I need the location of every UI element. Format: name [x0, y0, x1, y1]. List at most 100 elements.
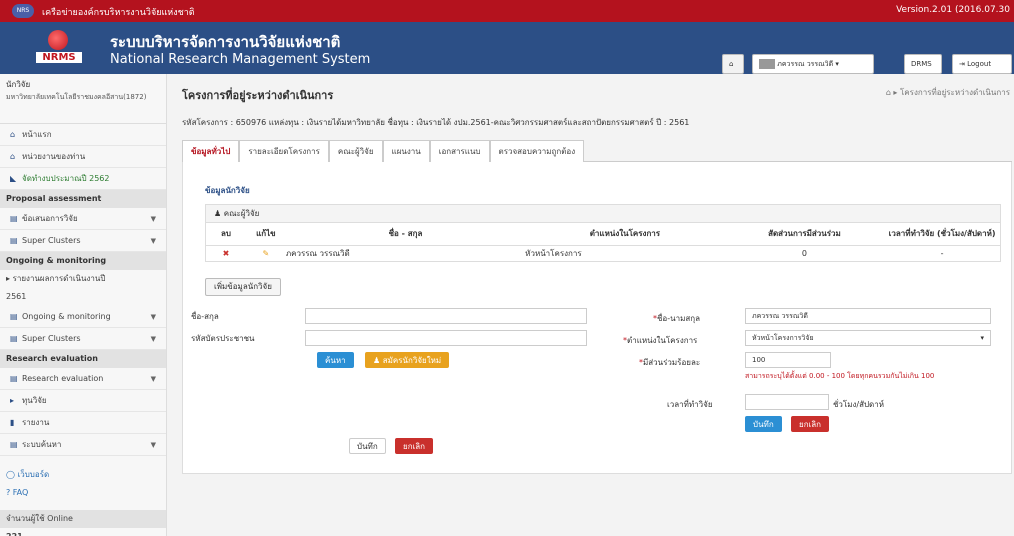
position-select[interactable]: หัวหน้าโครงการวิจัย ▾: [745, 330, 991, 346]
chevron-down-icon: ▼: [150, 215, 156, 223]
delete-icon[interactable]: ✖: [206, 245, 246, 261]
fullname-label: *ชื่อ-นามสกุล: [653, 314, 700, 323]
logo-ball-icon: [48, 30, 68, 50]
home-icon: ⌂: [10, 130, 16, 139]
edit-icon[interactable]: ✎: [246, 245, 286, 261]
nrms-logo[interactable]: NRMS: [36, 30, 82, 70]
drms-button[interactable]: DRMS: [904, 54, 942, 74]
system-title-thai: ระบบบริหารจัดการงานวิจัยแห่งชาติ: [110, 33, 341, 51]
chevron-down-icon: ▾: [980, 334, 984, 342]
col-delete: ลบ: [206, 223, 246, 246]
col-edit: แก้ไข: [245, 223, 286, 246]
cancel-button[interactable]: ยกเลิก: [395, 438, 434, 454]
home-icon[interactable]: ⌂: [886, 88, 891, 97]
cell-ratio: 0: [801, 248, 807, 258]
sidebar-item-report-year[interactable]: 2561: [0, 288, 166, 306]
fullname-input[interactable]: ภควรรณ วรรณวิดี: [745, 308, 991, 324]
sidebar-item-proposal[interactable]: ▤ ข้อเสนอการวิจัย ▼: [0, 208, 166, 230]
tab-details[interactable]: รายละเอียดโครงการ: [239, 140, 329, 162]
idcard-input[interactable]: [305, 330, 587, 346]
col-name: ชื่อ - สกุล: [285, 223, 526, 246]
page-title: โครงการที่อยู่ระหว่างดำเนินการ: [182, 89, 334, 102]
sidebar-item-faq[interactable]: ? FAQ: [0, 484, 166, 502]
tab-general[interactable]: ข้อมูลทั่วไป: [182, 140, 240, 162]
sidebar-item-super-clusters[interactable]: ▤ Super Clusters ▼: [0, 230, 166, 252]
sidebar-item-budget[interactable]: ◣ จัดทำงบประมาณปี 2562: [0, 168, 166, 190]
user-menu-button[interactable]: ภควรรณ วรรณวิดี ▾: [752, 54, 874, 74]
help-icon: ?: [6, 488, 11, 497]
sidebar-item-research[interactable]: ▤ Research evaluation ▼: [0, 368, 166, 390]
cell-time: -: [940, 248, 944, 258]
logout-button[interactable]: ⇥ Logout: [952, 54, 1012, 74]
name-input[interactable]: [305, 308, 587, 324]
tab-researchers[interactable]: คณะผู้วิจัย: [328, 140, 383, 162]
sidebar-item-super-clusters-2[interactable]: ▤ Super Clusters ▼: [0, 328, 166, 350]
search-button[interactable]: ค้นหา: [317, 352, 354, 368]
sidebar-item-report-link[interactable]: ▸ รายงานผลการดำเนินงานปี: [0, 270, 166, 288]
breadcrumb: ⌂ ▸ โครงการที่อยู่ระหว่างดำเนินการ: [885, 88, 1010, 97]
list-icon: ▤: [10, 374, 18, 383]
top-bar: NRS เครือข่ายองค์กรบริหารงานวิจัยแห่งชาต…: [0, 0, 1014, 22]
tag-icon: ◣: [10, 174, 17, 183]
time-input[interactable]: [745, 394, 829, 410]
chevron-down-icon: ▼: [150, 237, 156, 245]
network-title: เครือข่ายองค์กรบริหารงานวิจัยแห่งชาติ: [42, 8, 195, 18]
user-avatar: [759, 59, 775, 69]
idcard-label: รหัสบัตรประชาชน: [191, 334, 255, 343]
network-logo: NRS: [12, 4, 34, 18]
percent-hint: สามารถระบุได้ตั้งแต่ 0.00 - 100 โดยทุกคน…: [745, 372, 935, 380]
list-icon: ▤: [10, 334, 18, 343]
add-researcher-button[interactable]: เพิ่มข้อมูลนักวิจัย: [205, 278, 281, 296]
home-button[interactable]: ⌂: [722, 54, 744, 74]
online-users-count: 221: [0, 528, 166, 536]
col-time: เวลาที่ทำวิจัย (ชั่วโมง/สัปดาห์): [884, 223, 1000, 246]
sidebar-item-fund[interactable]: ▸ ทุนวิจัย: [0, 390, 166, 412]
time-unit: ชั่วโมง/สัปดาห์: [833, 400, 885, 409]
researcher-panel: ข้อมูลนักวิจัย ♟ คณะผู้วิจัย ลบ แก้ไข ชื…: [182, 162, 1012, 474]
sidebar-item-ongoing[interactable]: ▤ Ongoing & monitoring ▼: [0, 306, 166, 328]
sidebar-item-webboard[interactable]: ◯ เว็บบอร์ด: [0, 466, 166, 484]
logout-icon: ⇥: [959, 60, 965, 68]
sidebar-head-ongoing: Ongoing & monitoring: [0, 252, 166, 270]
cancel-right-button[interactable]: ยกเลิก: [791, 416, 830, 432]
time-label: เวลาที่ทำวิจัย: [667, 400, 713, 409]
list-icon: ▤: [10, 440, 18, 449]
name-label: ชื่อ-สกุล: [191, 312, 219, 321]
save-button[interactable]: บันทึก: [349, 438, 386, 454]
col-ratio: สัดส่วนการมีส่วนร่วม: [724, 223, 885, 246]
cell-name: ภควรรณ วรรณวิดี: [285, 248, 350, 258]
sidebar-head-research: Research evaluation: [0, 350, 166, 368]
user-plus-icon: ♟: [373, 356, 381, 365]
building-icon: ⌂: [10, 152, 16, 161]
tab-attachments[interactable]: เอกสารแนบ: [429, 140, 490, 162]
chart-icon: ▮: [10, 418, 15, 427]
tab-validation[interactable]: ตรวจสอบความถูกต้อง: [489, 140, 585, 162]
percent-input[interactable]: 100: [745, 352, 831, 368]
section-title: ข้อมูลนักวิจัย: [205, 186, 250, 195]
user-info: นักวิจัย มหาวิทยาลัยเทคโนโลยีราชมงคลอีสา…: [0, 74, 166, 124]
apply-researcher-button[interactable]: ♟ สมัครนักวิจัยใหม่: [365, 352, 450, 368]
sidebar-head-proposal: Proposal assessment: [0, 190, 166, 208]
tab-bar: ข้อมูลทั่วไป รายละเอียดโครงการ คณะผู้วิจ…: [182, 140, 1012, 162]
sidebar: นักวิจัย มหาวิทยาลัยเทคโนโลยีราชมงคลอีสา…: [0, 74, 167, 536]
chevron-down-icon: ▼: [150, 375, 156, 383]
chevron-down-icon: ▼: [150, 441, 156, 449]
chevron-down-icon: ▼: [150, 313, 156, 321]
tab-plan[interactable]: แผนงาน: [382, 140, 430, 162]
researcher-table: ♟ คณะผู้วิจัย ลบ แก้ไข ชื่อ - สกุล ตำแหน…: [205, 204, 1001, 262]
home-icon: ⌂: [729, 60, 734, 68]
site-header: NRMS ระบบบริหารจัดการงานวิจัยแห่งชาติ Na…: [0, 22, 1014, 74]
project-info: รหัสโครงการ : 650976 แหล่งทุน : เงินรายไ…: [182, 118, 690, 127]
list-icon: ▤: [10, 236, 18, 245]
online-users-label: จำนวนผู้ใช้ Online: [0, 510, 166, 528]
sidebar-item-report[interactable]: ▮ รายงาน: [0, 412, 166, 434]
sidebar-item-search[interactable]: ▤ ระบบค้นหา ▼: [0, 434, 166, 456]
sidebar-item-agency[interactable]: ⌂ หน่วยงานของท่าน: [0, 146, 166, 168]
save-right-button[interactable]: บันทึก: [745, 416, 782, 432]
system-title-eng: National Research Management System: [110, 52, 371, 67]
sidebar-item-home[interactable]: ⌂ หน้าแรก: [0, 124, 166, 146]
main-content: โครงการที่อยู่ระหว่างดำเนินการ ⌂ ▸ โครงก…: [168, 74, 1014, 536]
chevron-down-icon: ▼: [150, 335, 156, 343]
version-label: Version.2.01 (2016.07.30: [896, 5, 1010, 15]
list-icon: ▤: [10, 214, 18, 223]
